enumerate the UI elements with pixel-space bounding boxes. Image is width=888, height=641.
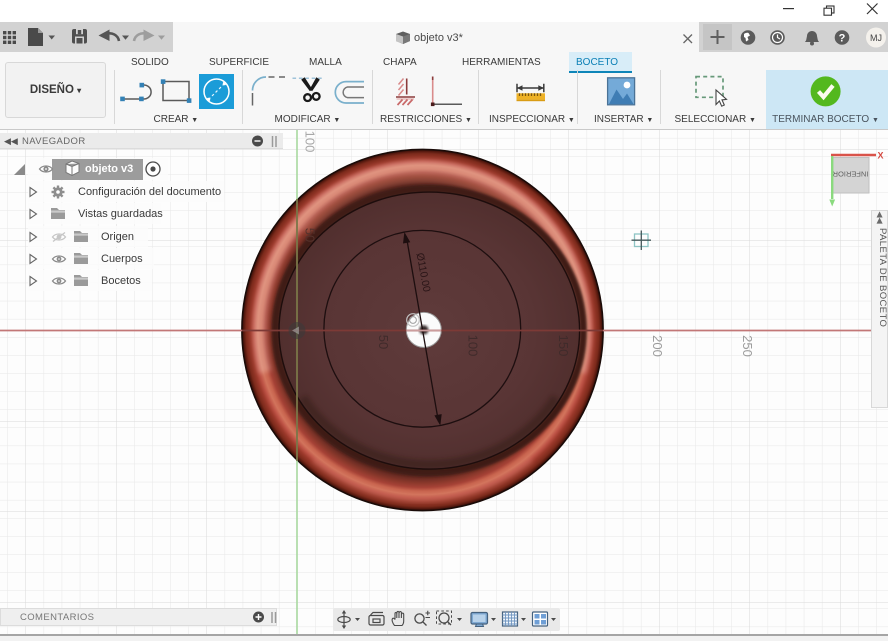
svg-text:100: 100 <box>303 131 318 153</box>
svg-text:100: 100 <box>466 335 481 357</box>
svg-text:?: ? <box>839 33 846 45</box>
svg-text:MJ: MJ <box>870 33 882 43</box>
svg-text:250: 250 <box>740 335 755 357</box>
svg-text:150: 150 <box>556 335 571 357</box>
svg-text:X: X <box>878 151 884 161</box>
svg-text:50: 50 <box>303 228 318 242</box>
svg-text:200: 200 <box>650 335 665 357</box>
svg-text:INFERIOR: INFERIOR <box>832 170 868 179</box>
svg-text:50: 50 <box>376 335 391 349</box>
